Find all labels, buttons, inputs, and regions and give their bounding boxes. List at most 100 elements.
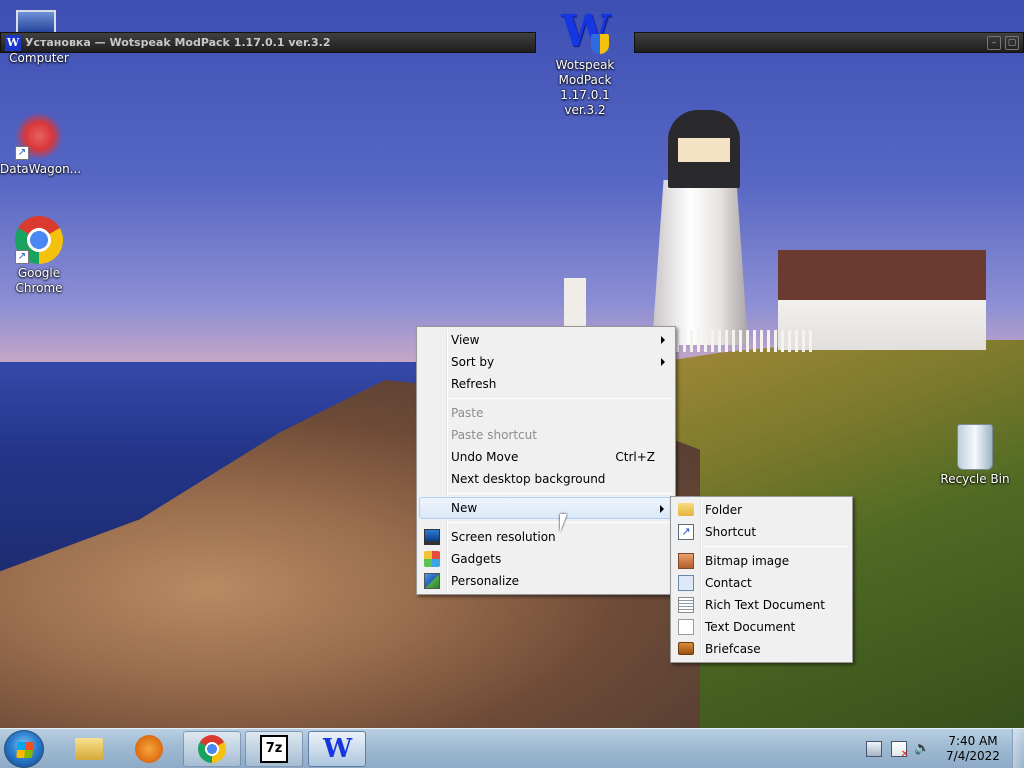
system-clock[interactable]: 7:40 AM 7/4/2022 xyxy=(940,734,1006,764)
desktop-icon-wotspeak[interactable]: W Wotspeak ModPack 1.17.0.1 ver.3.2 xyxy=(546,8,624,118)
submenu-arrow-icon xyxy=(660,505,664,513)
wallpaper-tower xyxy=(564,278,586,328)
action-center-flag-icon[interactable] xyxy=(891,741,909,760)
menu-item-new[interactable]: New xyxy=(419,497,673,519)
menu-item-paste[interactable]: Paste xyxy=(419,402,673,424)
personalize-icon xyxy=(424,573,440,589)
uac-shield-icon xyxy=(591,34,609,54)
taskbar-media-player-button[interactable] xyxy=(120,731,178,767)
menu-separator xyxy=(703,546,848,547)
desktop-icon-label: DataWagon... xyxy=(0,162,82,176)
bitmap-icon xyxy=(678,553,694,569)
taskbar-explorer-button[interactable] xyxy=(60,731,118,767)
menu-item-shortcut: Ctrl+Z xyxy=(615,450,655,464)
clock-time: 7:40 AM xyxy=(948,734,998,748)
menu-item-label: Briefcase xyxy=(705,642,761,656)
new-item-briefcase[interactable]: Briefcase xyxy=(673,638,850,660)
volume-icon[interactable]: 🔊 xyxy=(914,741,930,757)
setup-window-titlebar[interactable]: W Установка — Wotspeak ModPack 1.17.0.1 … xyxy=(0,32,536,53)
desktop[interactable]: My Computer ↗ DataWagon... ↗ Google Chro… xyxy=(0,0,1024,728)
text-document-icon xyxy=(678,619,694,635)
wotspeak-window-icon: W xyxy=(5,34,21,51)
menu-item-label: Gadgets xyxy=(451,552,502,566)
menu-item-label: Next desktop background xyxy=(451,472,606,486)
menu-item-gadgets[interactable]: Gadgets xyxy=(419,548,673,570)
folder-icon xyxy=(678,503,694,516)
menu-item-label: Screen resolution xyxy=(451,530,556,544)
folder-icon xyxy=(75,738,103,760)
gadgets-icon xyxy=(424,551,440,567)
new-item-bitmap-image[interactable]: Bitmap image xyxy=(673,550,850,572)
menu-item-label: Paste xyxy=(451,406,484,420)
new-submenu: Folder ↗ Shortcut Bitmap image Contact R… xyxy=(670,496,853,663)
menu-item-view[interactable]: View xyxy=(419,329,673,351)
menu-item-label: Text Document xyxy=(705,620,796,634)
shortcut-arrow-icon: ↗ xyxy=(15,250,29,264)
shortcut-arrow-icon: ↗ xyxy=(15,146,29,160)
desktop-icon-label: Google Chrome xyxy=(15,266,63,295)
background-window-titlebar[interactable]: – ▢ xyxy=(634,32,1024,53)
menu-separator xyxy=(449,493,671,494)
menu-item-undo-move[interactable]: Undo Move Ctrl+Z xyxy=(419,446,673,468)
menu-item-label: Personalize xyxy=(451,574,520,588)
menu-item-label: Folder xyxy=(705,503,743,517)
new-item-contact[interactable]: Contact xyxy=(673,572,850,594)
clock-date: 7/4/2022 xyxy=(946,749,1000,763)
7zip-icon: 7z xyxy=(260,735,288,763)
taskbar-chrome-button[interactable] xyxy=(183,731,241,767)
wotspeak-icon: W xyxy=(561,8,610,56)
desktop-context-menu: View Sort by Refresh Paste Paste shortcu… xyxy=(416,326,676,595)
minimize-button[interactable]: – xyxy=(987,35,1001,50)
new-item-rich-text-document[interactable]: Rich Text Document xyxy=(673,594,850,616)
new-item-text-document[interactable]: Text Document xyxy=(673,616,850,638)
maximize-button[interactable]: ▢ xyxy=(1005,35,1019,50)
desktop-icon-datawagon[interactable]: ↗ DataWagon... xyxy=(0,112,82,177)
new-item-folder[interactable]: Folder xyxy=(673,499,850,521)
network-icon[interactable] xyxy=(866,741,882,757)
show-desktop-button[interactable] xyxy=(1012,729,1024,768)
menu-item-label: View xyxy=(451,333,480,347)
rich-text-document-icon xyxy=(678,597,694,613)
wotspeak-icon: W xyxy=(323,734,353,764)
menu-separator xyxy=(449,398,671,399)
menu-item-label: Paste shortcut xyxy=(451,428,537,442)
taskbar: 7z W 🔊 7:40 AM 7/4/2022 xyxy=(0,728,1024,768)
menu-item-label: Contact xyxy=(705,576,752,590)
menu-item-label: Rich Text Document xyxy=(705,598,825,612)
desktop-icon-recycle-bin[interactable]: Recycle Bin xyxy=(936,424,1014,487)
setup-window-title: Установка — Wotspeak ModPack 1.17.0.1 ve… xyxy=(25,36,331,49)
wallpaper-lighthouse xyxy=(652,180,748,345)
submenu-arrow-icon xyxy=(661,358,665,366)
submenu-arrow-icon xyxy=(661,336,665,344)
datawagon-icon: ↗ xyxy=(15,112,63,160)
new-item-shortcut[interactable]: ↗ Shortcut xyxy=(673,521,850,543)
menu-item-label: New xyxy=(451,501,478,515)
desktop-icon-label: Recycle Bin xyxy=(940,472,1010,486)
menu-item-screen-resolution[interactable]: Screen resolution xyxy=(419,526,673,548)
screen-resolution-icon xyxy=(424,529,440,545)
shortcut-icon: ↗ xyxy=(678,524,694,540)
media-player-icon xyxy=(135,735,163,763)
menu-item-label: Sort by xyxy=(451,355,495,369)
menu-item-label: Bitmap image xyxy=(705,554,790,568)
briefcase-icon xyxy=(678,642,694,655)
taskbar-wotspeak-button[interactable]: W xyxy=(308,731,366,767)
menu-item-refresh[interactable]: Refresh xyxy=(419,373,673,395)
menu-item-label: Shortcut xyxy=(705,525,757,539)
chrome-icon xyxy=(198,735,226,763)
taskbar-7zip-button[interactable]: 7z xyxy=(245,731,303,767)
desktop-icon-google-chrome[interactable]: ↗ Google Chrome xyxy=(0,216,78,296)
chrome-icon: ↗ xyxy=(15,216,63,264)
menu-item-sort-by[interactable]: Sort by xyxy=(419,351,673,373)
menu-item-paste-shortcut[interactable]: Paste shortcut xyxy=(419,424,673,446)
wallpaper-fence xyxy=(676,330,816,352)
wallpaper-lantern-glass xyxy=(678,138,730,162)
mouse-cursor-icon xyxy=(560,514,572,532)
menu-item-personalize[interactable]: Personalize xyxy=(419,570,673,592)
start-button[interactable] xyxy=(4,730,44,768)
menu-item-next-desktop-background[interactable]: Next desktop background xyxy=(419,468,673,490)
menu-item-label: Refresh xyxy=(451,377,497,391)
desktop-icon-label: Wotspeak ModPack 1.17.0.1 ver.3.2 xyxy=(555,58,615,117)
recycle-bin-icon xyxy=(957,424,993,470)
menu-item-label: Undo Move xyxy=(451,450,519,464)
